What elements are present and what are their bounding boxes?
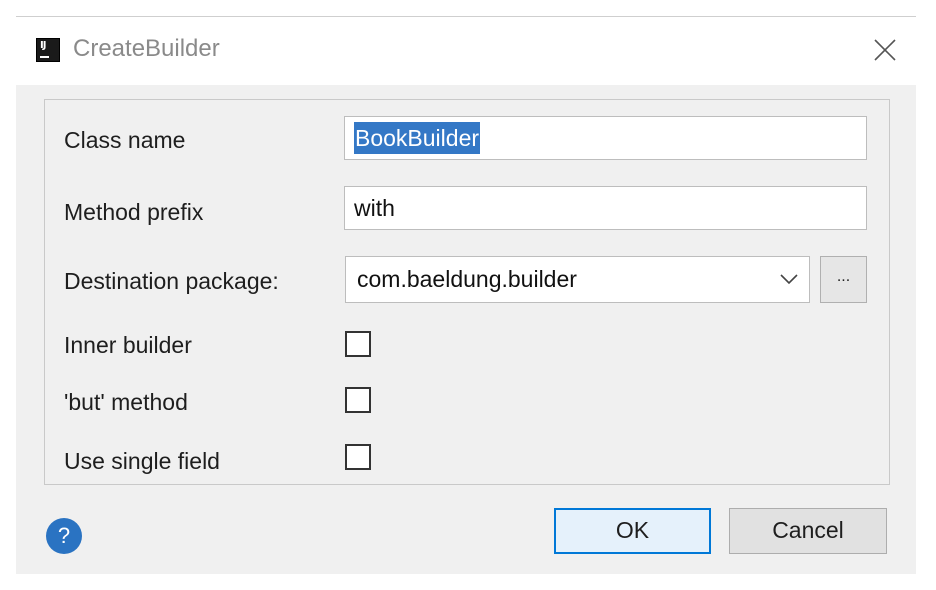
destination-package-label: Destination package: xyxy=(64,268,279,294)
browse-package-button[interactable]: ... xyxy=(820,256,867,303)
but-method-label: 'but' method xyxy=(64,389,188,415)
help-icon[interactable]: ? xyxy=(46,518,82,554)
intellij-app-icon: IJ xyxy=(36,38,60,62)
class-name-label: Class name xyxy=(64,127,186,153)
destination-package-value: com.baeldung.builder xyxy=(357,266,577,292)
window-title: CreateBuilder xyxy=(73,35,220,62)
method-prefix-input[interactable]: with xyxy=(344,186,867,230)
destination-package-combo[interactable]: com.baeldung.builder xyxy=(345,256,810,303)
create-builder-dialog: IJ CreateBuilder Class name BookBuilder … xyxy=(16,16,916,574)
inner-builder-label: Inner builder xyxy=(64,332,192,358)
app-icon-label: IJ xyxy=(40,40,47,51)
class-name-input[interactable]: BookBuilder xyxy=(344,116,867,160)
class-name-selected-text: BookBuilder xyxy=(354,122,481,154)
use-single-field-checkbox[interactable] xyxy=(345,444,371,470)
title-bar: IJ CreateBuilder xyxy=(16,17,916,85)
use-single-field-label: Use single field xyxy=(64,448,220,474)
close-button[interactable] xyxy=(868,33,902,67)
inner-builder-checkbox[interactable] xyxy=(345,331,371,357)
method-prefix-label: Method prefix xyxy=(64,199,204,225)
but-method-checkbox[interactable] xyxy=(345,387,371,413)
cancel-button[interactable]: Cancel xyxy=(729,508,887,554)
chevron-down-icon[interactable] xyxy=(777,269,801,289)
ok-button[interactable]: OK xyxy=(554,508,711,554)
close-icon xyxy=(874,39,896,61)
